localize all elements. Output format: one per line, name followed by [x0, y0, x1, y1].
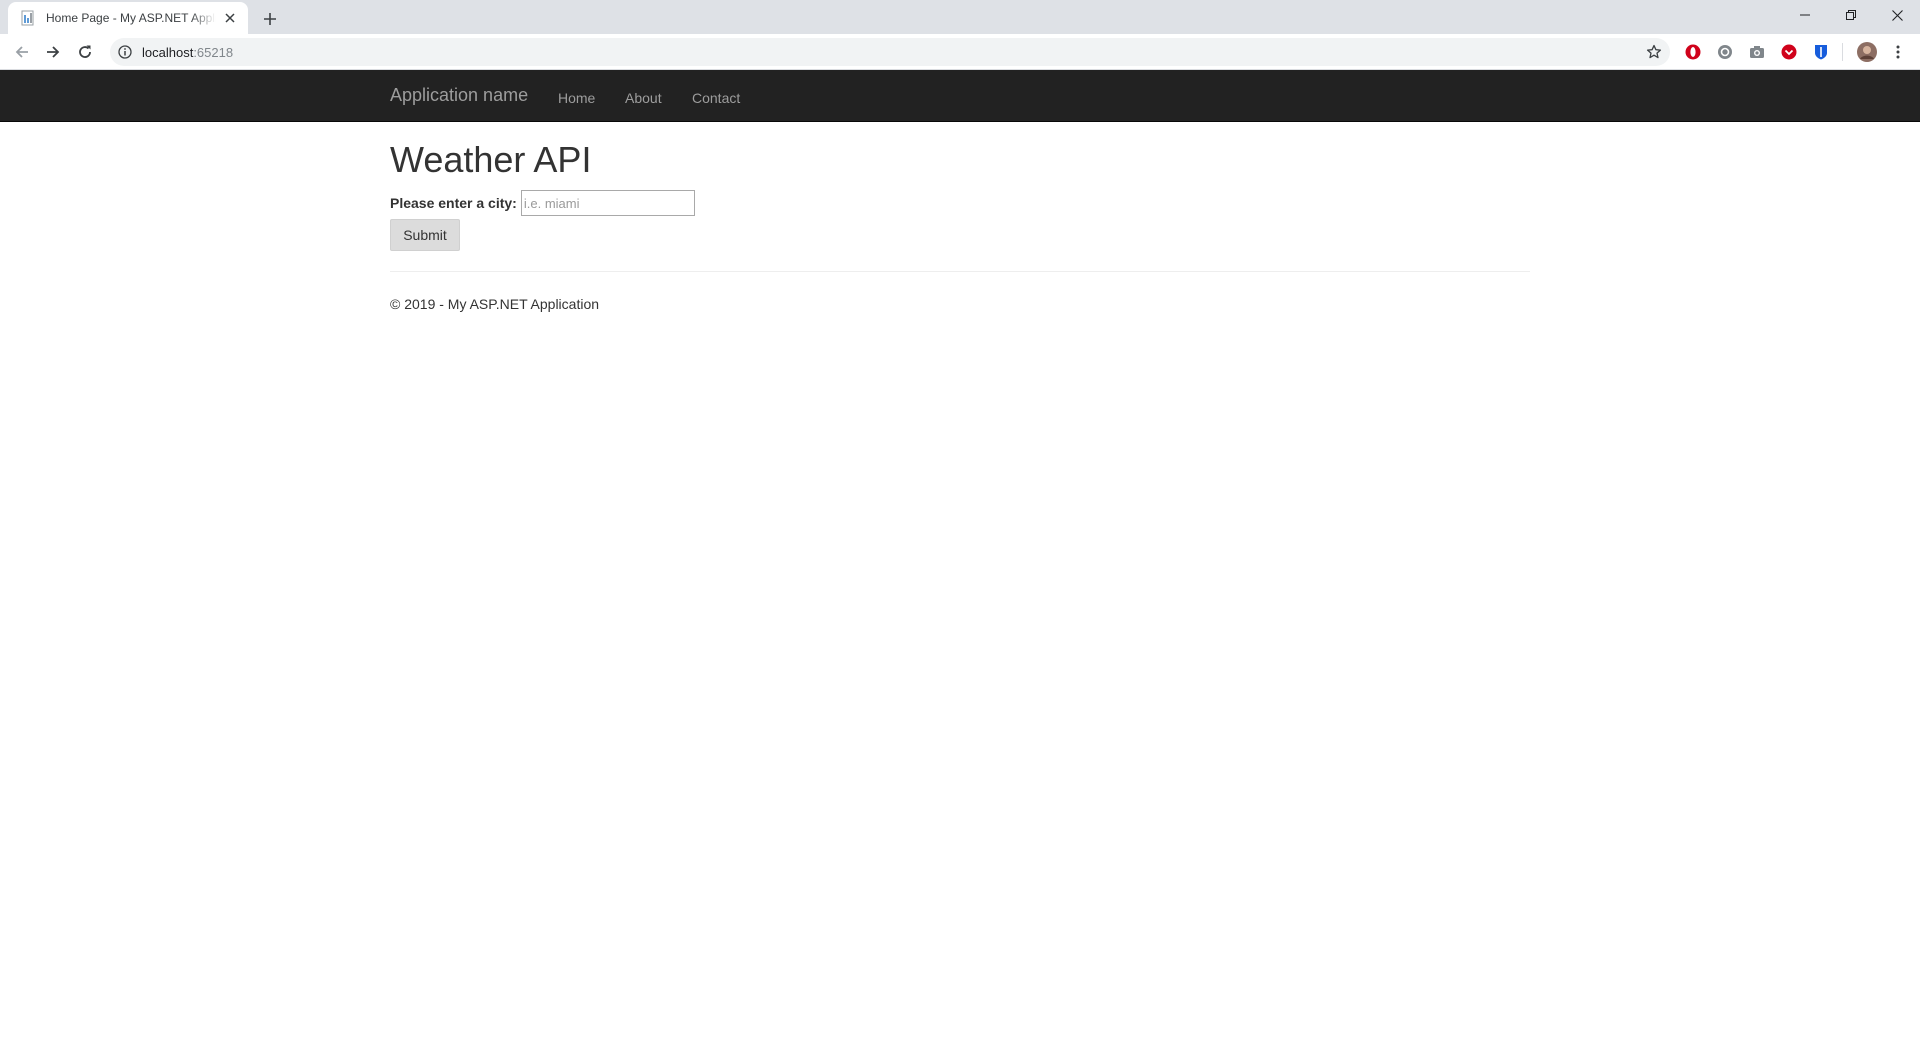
url-host: localhost — [142, 44, 194, 60]
footer-text: © 2019 - My ASP.NET Application — [390, 296, 600, 312]
nav-link-home[interactable]: Home — [558, 88, 595, 108]
submit-button[interactable]: Submit — [390, 219, 460, 251]
avatar-icon[interactable] — [1857, 42, 1877, 62]
address-bar[interactable]: localhost:65218 — [110, 38, 1670, 66]
star-icon[interactable] — [1646, 44, 1662, 60]
forward-arrow-icon[interactable] — [40, 39, 66, 65]
toolbar-separator — [1842, 43, 1843, 61]
restore-icon[interactable] — [1828, 0, 1874, 30]
brand-link[interactable]: Application name — [390, 85, 528, 105]
browser-tabstrip: Home Page - My ASP.NET Application — [0, 0, 1920, 34]
plus-icon[interactable] — [258, 7, 282, 31]
info-icon[interactable] — [117, 44, 133, 60]
pocket-icon[interactable] — [1781, 44, 1797, 60]
site-navbar: Application name Home About Contact — [0, 70, 1920, 122]
back-arrow-icon[interactable] — [9, 39, 35, 65]
city-form: Please enter a city: — [390, 190, 695, 216]
url-port: :65218 — [193, 44, 234, 60]
tab-title: Home Page - My ASP.NET Application — [46, 11, 216, 25]
close-window-icon[interactable] — [1874, 0, 1920, 30]
minimize-icon[interactable] — [1782, 0, 1828, 30]
more-vert-icon[interactable] — [1890, 44, 1906, 60]
camera-icon[interactable] — [1749, 44, 1765, 60]
nav-link-about[interactable]: About — [625, 88, 662, 108]
opera-icon[interactable] — [1685, 44, 1701, 60]
close-icon[interactable] — [222, 10, 238, 26]
bitwarden-icon[interactable] — [1813, 44, 1829, 60]
footer-divider — [390, 271, 1530, 272]
reload-icon[interactable] — [72, 39, 98, 65]
browser-tab[interactable]: Home Page - My ASP.NET Application — [8, 2, 248, 34]
ublock-icon[interactable] — [1717, 44, 1733, 60]
city-label: Please enter a city: — [390, 195, 517, 211]
nav-link-contact[interactable]: Contact — [692, 88, 740, 108]
page-icon — [20, 10, 36, 26]
page-title: Weather API — [390, 139, 592, 180]
browser-toolbar: localhost:65218 — [0, 34, 1920, 70]
city-input[interactable] — [520, 190, 695, 216]
